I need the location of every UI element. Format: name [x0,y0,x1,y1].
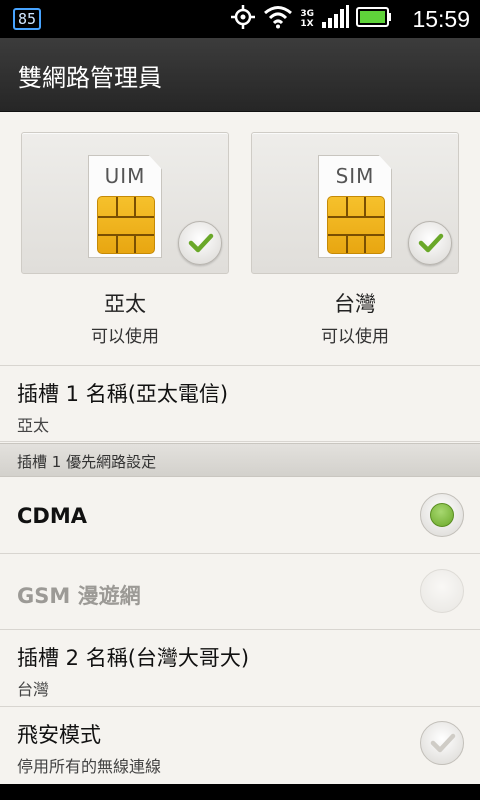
bottom-bar [0,784,480,800]
slot2-name-title: 插槽 2 名稱(台灣大哥大) [17,646,250,670]
uim-card-icon: UIM [88,155,162,258]
wifi-icon [263,5,293,33]
status-icons: 3G 1X [230,4,392,34]
cdma-label: CDMA [17,504,87,528]
sim2-check-icon[interactable] [408,221,452,265]
content: UIM 亞太 可以使用 SIM 台灣 可以使用 插槽 1 名稱(亞太電信) 亞太… [0,112,480,784]
gsm-radio-button[interactable] [420,569,464,613]
sim2-name: 台灣 [334,292,376,316]
signal-icon [321,5,349,33]
gsm-label: GSM 漫遊網 [17,584,141,608]
page-title: 雙網路管理員 [18,64,162,92]
sim-card-icon: SIM [318,155,392,258]
status-bar: 85 3G 1X 15:59 [0,0,480,38]
title-bar: 雙網路管理員 [0,38,480,112]
network-option-cdma[interactable]: CDMA [0,477,480,554]
slot1-name-setting[interactable]: 插槽 1 名稱(亞太電信) 亞太 [0,366,480,442]
airplane-mode-subtitle: 停用所有的無線連線 [17,757,162,776]
chip-icon [97,196,155,254]
notification-badge: 85 [13,8,41,30]
slot2-name-value: 台灣 [17,680,50,699]
clock: 15:59 [412,6,470,32]
airplane-mode-title: 飛安模式 [17,723,101,747]
battery-icon [356,6,392,32]
network-option-gsm[interactable]: GSM 漫遊網 [0,554,480,630]
check-icon [430,733,456,753]
sim1-status: 可以使用 [91,327,159,347]
sim1-name: 亞太 [104,292,146,316]
airplane-mode-checkbox[interactable] [420,721,464,765]
sim2-status: 可以使用 [321,327,389,347]
chip-icon [327,196,385,254]
cdma-radio-button[interactable] [420,493,464,537]
sim-card-slot-1[interactable]: UIM [21,132,229,274]
slot1-name-title: 插槽 1 名稱(亞太電信) [17,382,229,406]
network-type-icon: 3G 1X [300,9,314,29]
slot2-name-setting[interactable]: 插槽 2 名稱(台灣大哥大) 台灣 [0,630,480,707]
sim-cards-area: UIM 亞太 可以使用 SIM 台灣 可以使用 [0,112,480,366]
slot1-network-preference-header: 插槽 1 優先網路設定 [0,443,480,477]
gps-icon [230,4,256,34]
airplane-mode-setting[interactable]: 飛安模式 停用所有的無線連線 [0,707,480,784]
sim-card-slot-2[interactable]: SIM [251,132,459,274]
sim1-check-icon[interactable] [178,221,222,265]
radio-selected-icon [430,503,454,527]
slot1-name-value: 亞太 [17,416,50,435]
